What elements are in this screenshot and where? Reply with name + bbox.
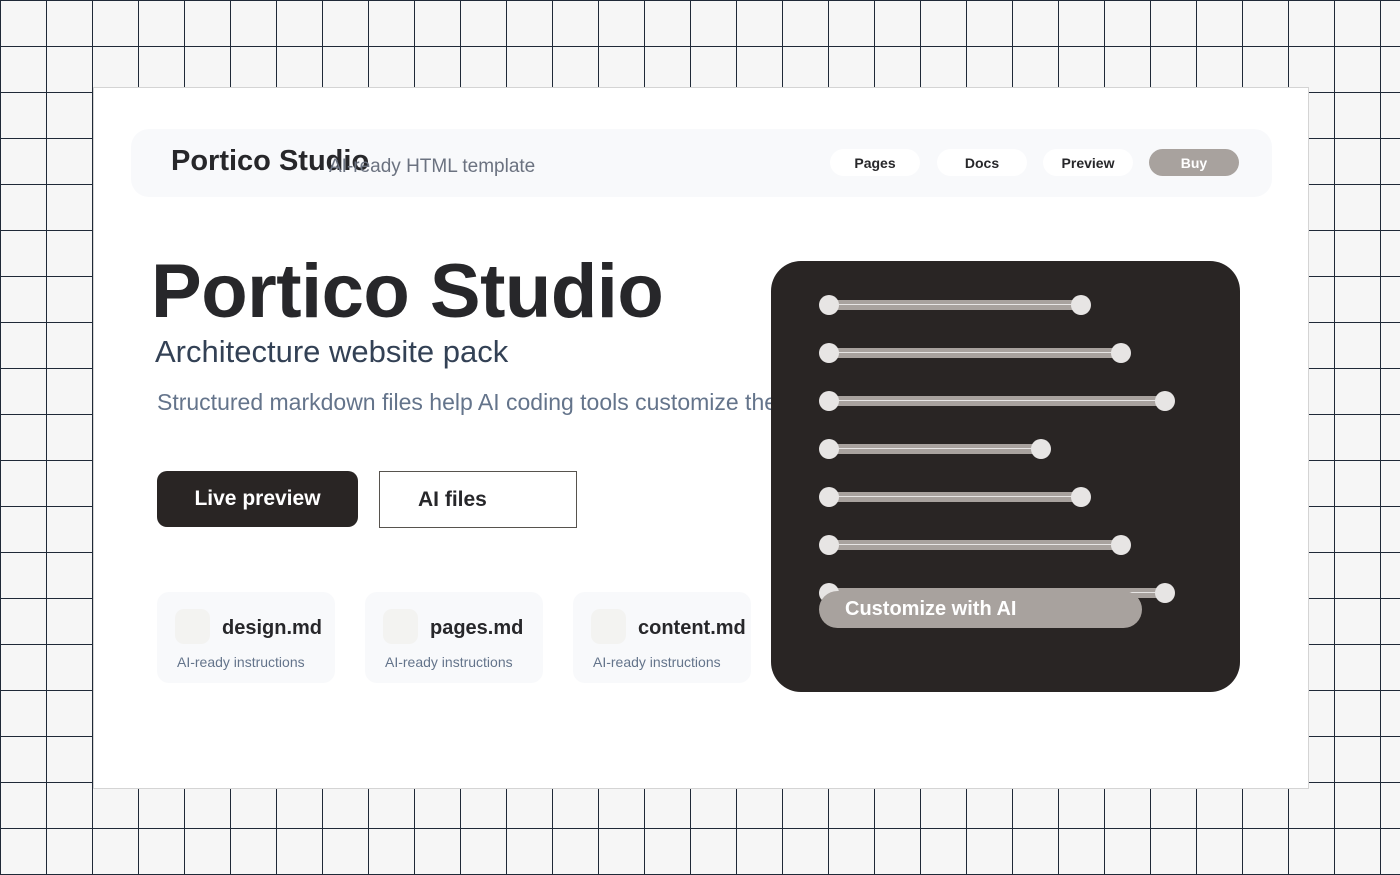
template-frame: Portico Studio AI-ready HTML template Pa…: [93, 87, 1309, 789]
slider-end-handle[interactable]: [1031, 439, 1051, 459]
brand-tagline: AI-ready HTML template: [329, 156, 536, 177]
slider-start-handle[interactable]: [819, 535, 839, 555]
slider-track: [829, 444, 1041, 454]
slider-line: [829, 400, 1165, 401]
slider-start-handle[interactable]: [819, 439, 839, 459]
range-slider[interactable]: [819, 487, 1091, 507]
file-note: AI-ready instructions: [177, 654, 305, 670]
slider-end-handle[interactable]: [1155, 391, 1175, 411]
range-slider[interactable]: [819, 439, 1051, 459]
slider-line: [829, 352, 1121, 353]
slider-track: [829, 348, 1121, 358]
nav-pages-link[interactable]: Pages: [830, 149, 920, 176]
file-name: content.md: [638, 617, 746, 639]
slider-track: [829, 540, 1121, 550]
slider-track: [829, 492, 1081, 502]
slider-line: [829, 304, 1081, 305]
nav-docs-link[interactable]: Docs: [937, 149, 1027, 176]
file-card-pages[interactable]: pages.md AI-ready instructions: [365, 592, 543, 683]
hero-description: Structured markdown files help AI coding…: [157, 389, 777, 415]
hero-title: Portico Studio: [151, 249, 664, 334]
file-icon: [383, 609, 418, 644]
file-card-design[interactable]: design.md AI-ready instructions: [157, 592, 335, 683]
file-card-content[interactable]: content.md AI-ready instructions: [573, 592, 751, 683]
ai-files-button[interactable]: AI files: [379, 471, 577, 528]
range-slider[interactable]: [819, 535, 1131, 555]
slider-end-handle[interactable]: [1111, 343, 1131, 363]
range-slider[interactable]: [819, 391, 1175, 411]
file-name: pages.md: [430, 617, 524, 639]
slider-end-handle[interactable]: [1111, 535, 1131, 555]
slider-line: [829, 448, 1041, 449]
slider-start-handle[interactable]: [819, 487, 839, 507]
hero-subtitle: Architecture website pack: [155, 334, 509, 369]
slider-line: [829, 544, 1121, 545]
nav-buy-button[interactable]: Buy: [1149, 149, 1239, 176]
file-note: AI-ready instructions: [385, 654, 513, 670]
file-icon: [591, 609, 626, 644]
slider-start-handle[interactable]: [819, 343, 839, 363]
live-preview-button[interactable]: Live preview: [157, 471, 358, 527]
customizer-panel: Customize with AI: [771, 261, 1240, 692]
slider-end-handle[interactable]: [1155, 583, 1175, 603]
slider-track: [829, 300, 1081, 310]
top-navbar: Portico Studio AI-ready HTML template Pa…: [131, 129, 1272, 197]
slider-track: [829, 396, 1165, 406]
file-name: design.md: [222, 617, 323, 639]
file-note: AI-ready instructions: [593, 654, 721, 670]
file-icon: [175, 609, 210, 644]
range-slider[interactable]: [819, 295, 1091, 315]
range-slider[interactable]: [819, 343, 1131, 363]
slider-end-handle[interactable]: [1071, 487, 1091, 507]
slider-start-handle[interactable]: [819, 295, 839, 315]
slider-start-handle[interactable]: [819, 391, 839, 411]
slider-line: [829, 496, 1081, 497]
slider-end-handle[interactable]: [1071, 295, 1091, 315]
nav-preview-link[interactable]: Preview: [1043, 149, 1133, 176]
customize-with-ai-button[interactable]: Customize with AI: [819, 591, 1142, 628]
